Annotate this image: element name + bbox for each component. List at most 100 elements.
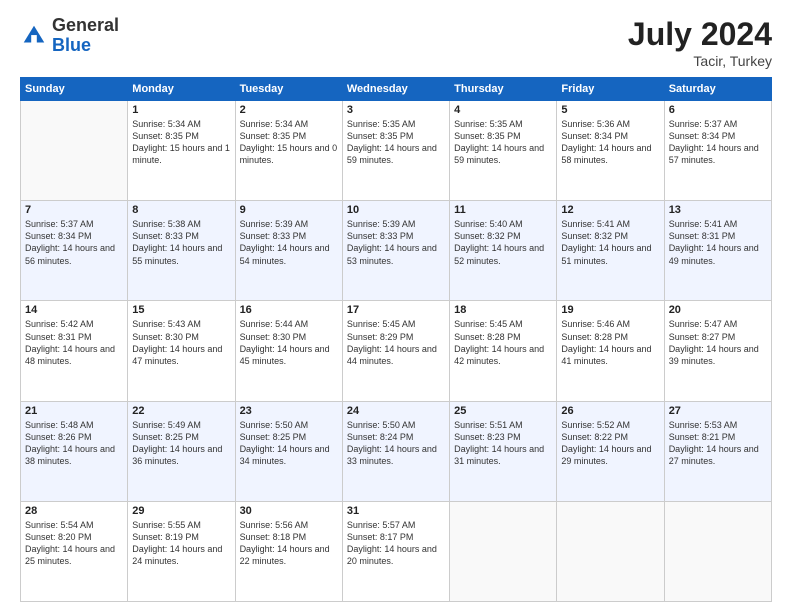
day-number: 18 [454,304,552,316]
calendar-week-row: 14 Sunrise: 5:42 AMSunset: 8:31 PMDayligh… [21,301,772,401]
location: Tacir, Turkey [628,53,772,69]
day-info: Sunrise: 5:50 AMSunset: 8:24 PMDaylight:… [347,419,445,468]
calendar-cell: 5 Sunrise: 5:36 AMSunset: 8:34 PMDaylight… [557,101,664,201]
day-number: 24 [347,405,445,417]
day-info: Sunrise: 5:46 AMSunset: 8:28 PMDaylight:… [561,318,659,367]
day-info: Sunrise: 5:35 AMSunset: 8:35 PMDaylight:… [454,118,552,167]
calendar-cell: 11Sunrise: 5:40 AMSunset: 8:32 PMDayligh… [450,201,557,301]
day-info: Sunrise: 5:45 AMSunset: 8:28 PMDaylight:… [454,318,552,367]
day-info: Sunrise: 5:34 AMSunset: 8:35 PMDaylight:… [132,118,230,167]
calendar-cell: 17Sunrise: 5:45 AMSunset: 8:29 PMDayligh… [342,301,449,401]
day-info: Sunrise: 5:35 AMSunset: 8:35 PMDaylight:… [347,118,445,167]
day-number: 13 [669,204,767,216]
day-info: Sunrise: 5:54 AMSunset: 8:20 PMDaylight:… [25,519,123,568]
day-number: 19 [561,304,659,316]
day-number: 21 [25,405,123,417]
calendar-cell: 21 Sunrise: 5:48 AMSunset: 8:26 PMDayligh… [21,401,128,501]
calendar-cell: 7 Sunrise: 5:37 AMSunset: 8:34 PMDaylight… [21,201,128,301]
day-number: 22 [132,405,230,417]
calendar-cell: 29Sunrise: 5:55 AMSunset: 8:19 PMDayligh… [128,501,235,601]
day-number: 20 [669,304,767,316]
header: General Blue July 2024 Tacir, Turkey [20,16,772,69]
day-number: 12 [561,204,659,216]
day-info: Sunrise: 5:37 AMSunset: 8:34 PMDaylight:… [25,218,123,267]
logo-text: General Blue [52,16,119,56]
calendar-cell: 18 Sunrise: 5:45 AMSunset: 8:28 PMDayligh… [450,301,557,401]
calendar-cell: 23 Sunrise: 5:50 AMSunset: 8:25 PMDayligh… [235,401,342,501]
calendar-cell: 12 Sunrise: 5:41 AMSunset: 8:32 PMDayligh… [557,201,664,301]
calendar-header-saturday: Saturday [664,78,771,101]
calendar-cell: 9Sunrise: 5:39 AMSunset: 8:33 PMDaylight… [235,201,342,301]
calendar-cell: 27Sunrise: 5:53 AMSunset: 8:21 PMDayligh… [664,401,771,501]
calendar-cell [450,501,557,601]
day-number: 1 [132,104,230,116]
day-number: 15 [132,304,230,316]
day-number: 26 [561,405,659,417]
calendar-cell: 30Sunrise: 5:56 AMSunset: 8:18 PMDayligh… [235,501,342,601]
day-info: Sunrise: 5:42 AMSunset: 8:31 PMDaylight:… [25,318,123,367]
day-number: 23 [240,405,338,417]
day-info: Sunrise: 5:34 AMSunset: 8:35 PMDaylight:… [240,118,338,167]
calendar-cell: 25Sunrise: 5:51 AMSunset: 8:23 PMDayligh… [450,401,557,501]
day-info: Sunrise: 5:49 AMSunset: 8:25 PMDaylight:… [132,419,230,468]
day-info: Sunrise: 5:38 AMSunset: 8:33 PMDaylight:… [132,218,230,267]
calendar-header-wednesday: Wednesday [342,78,449,101]
day-info: Sunrise: 5:41 AMSunset: 8:32 PMDaylight:… [561,218,659,267]
month-title: July 2024 [628,16,772,53]
calendar-cell [664,501,771,601]
day-number: 10 [347,204,445,216]
calendar-cell [557,501,664,601]
calendar-header-friday: Friday [557,78,664,101]
calendar-cell: 26Sunrise: 5:52 AMSunset: 8:22 PMDayligh… [557,401,664,501]
day-info: Sunrise: 5:39 AMSunset: 8:33 PMDaylight:… [240,218,338,267]
day-info: Sunrise: 5:37 AMSunset: 8:34 PMDaylight:… [669,118,767,167]
calendar-cell: 2 Sunrise: 5:34 AMSunset: 8:35 PMDaylight… [235,101,342,201]
calendar-week-row: 1 Sunrise: 5:34 AMSunset: 8:35 PMDaylight… [21,101,772,201]
calendar-cell: 28Sunrise: 5:54 AMSunset: 8:20 PMDayligh… [21,501,128,601]
day-info: Sunrise: 5:53 AMSunset: 8:21 PMDaylight:… [669,419,767,468]
day-info: Sunrise: 5:41 AMSunset: 8:31 PMDaylight:… [669,218,767,267]
calendar-cell: 4 Sunrise: 5:35 AMSunset: 8:35 PMDaylight… [450,101,557,201]
calendar-header-row: SundayMondayTuesdayWednesdayThursdayFrid… [21,78,772,101]
calendar-header-monday: Monday [128,78,235,101]
day-number: 5 [561,104,659,116]
day-info: Sunrise: 5:50 AMSunset: 8:25 PMDaylight:… [240,419,338,468]
day-info: Sunrise: 5:44 AMSunset: 8:30 PMDaylight:… [240,318,338,367]
calendar-table: SundayMondayTuesdayWednesdayThursdayFrid… [20,77,772,602]
day-number: 8 [132,204,230,216]
calendar-header-tuesday: Tuesday [235,78,342,101]
day-info: Sunrise: 5:55 AMSunset: 8:19 PMDaylight:… [132,519,230,568]
logo-general-text: General [52,16,119,36]
calendar-cell: 6Sunrise: 5:37 AMSunset: 8:34 PMDaylight… [664,101,771,201]
day-info: Sunrise: 5:48 AMSunset: 8:26 PMDaylight:… [25,419,123,468]
day-info: Sunrise: 5:43 AMSunset: 8:30 PMDaylight:… [132,318,230,367]
day-number: 30 [240,505,338,517]
day-info: Sunrise: 5:39 AMSunset: 8:33 PMDaylight:… [347,218,445,267]
day-number: 3 [347,104,445,116]
day-info: Sunrise: 5:40 AMSunset: 8:32 PMDaylight:… [454,218,552,267]
calendar-cell: 14 Sunrise: 5:42 AMSunset: 8:31 PMDayligh… [21,301,128,401]
day-number: 16 [240,304,338,316]
calendar-cell: 3 Sunrise: 5:35 AMSunset: 8:35 PMDaylight… [342,101,449,201]
day-info: Sunrise: 5:36 AMSunset: 8:34 PMDaylight:… [561,118,659,167]
day-info: Sunrise: 5:45 AMSunset: 8:29 PMDaylight:… [347,318,445,367]
title-block: July 2024 Tacir, Turkey [628,16,772,69]
calendar-cell [21,101,128,201]
day-number: 7 [25,204,123,216]
calendar-cell: 8 Sunrise: 5:38 AMSunset: 8:33 PMDaylight… [128,201,235,301]
logo-blue-text: Blue [52,36,119,56]
logo-icon [20,22,48,50]
calendar-cell: 24 Sunrise: 5:50 AMSunset: 8:24 PMDayligh… [342,401,449,501]
day-info: Sunrise: 5:47 AMSunset: 8:27 PMDaylight:… [669,318,767,367]
logo: General Blue [20,16,119,56]
calendar-cell: 13 Sunrise: 5:41 AMSunset: 8:31 PMDayligh… [664,201,771,301]
calendar-header-sunday: Sunday [21,78,128,101]
calendar-cell: 31Sunrise: 5:57 AMSunset: 8:17 PMDayligh… [342,501,449,601]
calendar-week-row: 7 Sunrise: 5:37 AMSunset: 8:34 PMDaylight… [21,201,772,301]
calendar-cell: 19 Sunrise: 5:46 AMSunset: 8:28 PMDayligh… [557,301,664,401]
day-number: 14 [25,304,123,316]
day-number: 4 [454,104,552,116]
calendar-cell: 10 Sunrise: 5:39 AMSunset: 8:33 PMDayligh… [342,201,449,301]
calendar-week-row: 21 Sunrise: 5:48 AMSunset: 8:26 PMDayligh… [21,401,772,501]
day-number: 2 [240,104,338,116]
